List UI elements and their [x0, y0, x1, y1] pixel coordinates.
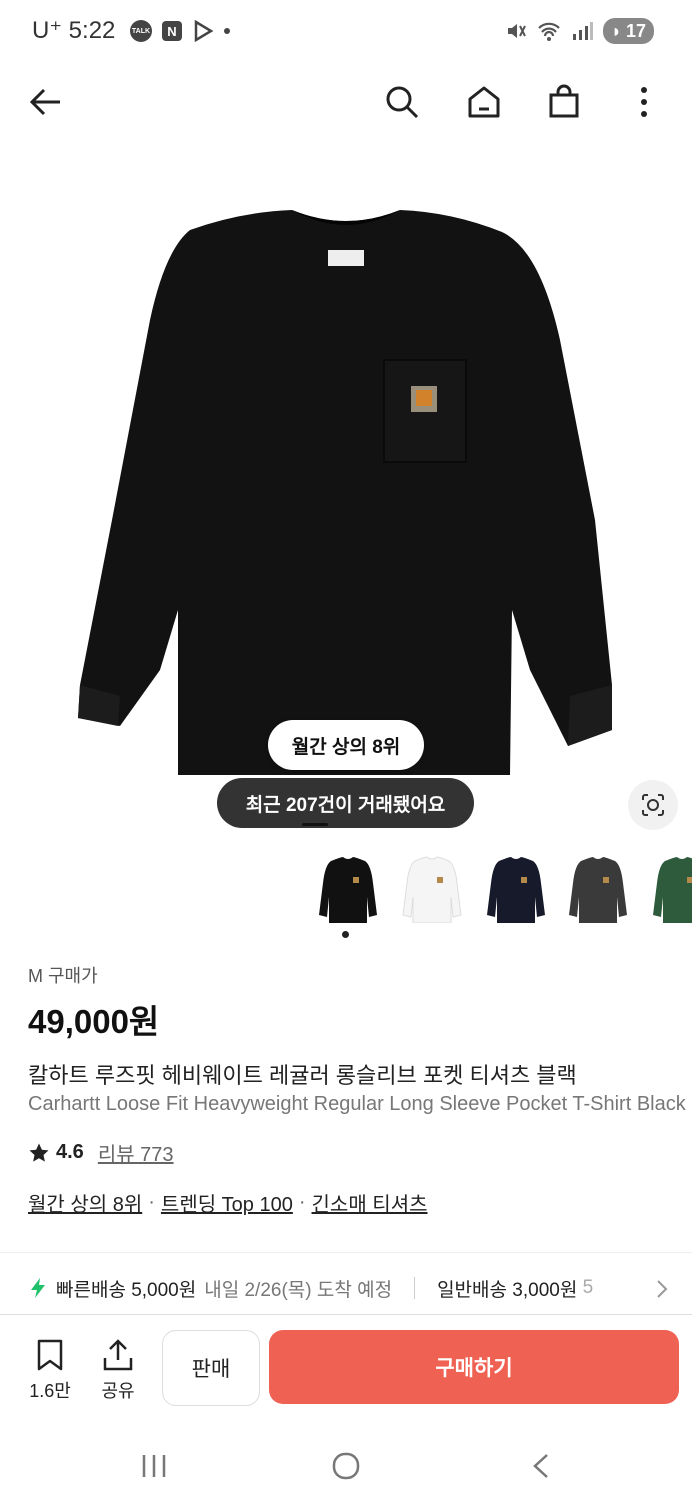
home-icon [468, 86, 500, 118]
more-button[interactable] [620, 78, 668, 126]
tshirt-thumb-icon [319, 857, 377, 923]
normal-shipping-tail: 5 [582, 1277, 594, 1298]
rating-score: 4.6 [56, 1141, 84, 1163]
back-chevron-icon [533, 1454, 548, 1478]
lens-icon [642, 794, 664, 816]
recent-apps-icon [142, 1455, 166, 1477]
recent-apps-button[interactable] [134, 1446, 174, 1486]
home-nav-button[interactable] [326, 1446, 366, 1486]
color-thumbnails [308, 848, 692, 928]
fast-shipping-eta: 내일 2/26(목) 도착 예정 [204, 1279, 393, 1301]
tshirt-thumb-icon [487, 857, 545, 923]
lightning-icon [31, 1278, 45, 1298]
star-icon [29, 1143, 49, 1162]
shipping-separator [414, 1277, 416, 1299]
color-thumbnail-black[interactable] [308, 848, 388, 928]
arrow-left-icon [29, 88, 60, 116]
play-store-icon [194, 20, 214, 42]
system-icons: ◗ 17 [505, 18, 654, 44]
naver-icon: N [162, 21, 182, 41]
action-bar: 1.6만 공유 판매 구매하기 [0, 1318, 692, 1418]
back-button[interactable] [22, 78, 70, 126]
status-time: U⁺ 5:22 [32, 17, 116, 44]
kakaotalk-icon: TALK [130, 20, 152, 42]
review-link[interactable]: 리뷰 773 [98, 1138, 174, 1167]
more-notifications-dot [224, 28, 230, 34]
status-bar: U⁺ 5:22 TALK N ◗ 17 [0, 0, 692, 64]
back-nav-button[interactable] [522, 1446, 562, 1486]
tshirt-thumb-icon [569, 857, 627, 923]
color-thumbnail-charcoal[interactable] [558, 848, 638, 928]
tag-row: 월간 상의 8위 · 트렌딩 Top 100 · 긴소매 티셔츠 [28, 1188, 428, 1217]
cart-button[interactable] [540, 78, 588, 126]
buy-button[interactable]: 구매하기 [269, 1330, 679, 1404]
thumbnail-selected-dot [342, 931, 349, 938]
product-name-en: Carhartt Loose Fit Heavyweight Regular L… [28, 1093, 686, 1115]
signal-icon [573, 22, 594, 40]
search-icon [386, 86, 419, 119]
tag-separator: · [148, 1191, 155, 1213]
tag-trending[interactable]: 트렌딩 Top 100 [161, 1188, 293, 1217]
chevron-right-icon[interactable] [650, 1278, 674, 1300]
bookmark-icon [37, 1339, 63, 1371]
wifi-icon [538, 22, 560, 41]
shipping-options[interactable]: 빠른배송 5,000원 내일 2/26(목) 도착 예정 일반배송 3,000원… [0, 1262, 692, 1315]
bookmark-button[interactable]: 1.6만 [24, 1338, 76, 1403]
shopping-bag-icon [549, 84, 579, 118]
battery-charging-icon: ◗ [611, 21, 622, 41]
share-button[interactable]: 공유 [92, 1338, 144, 1403]
sell-button[interactable]: 판매 [162, 1330, 260, 1406]
mute-icon [508, 24, 526, 38]
color-thumbnail-white[interactable] [392, 848, 472, 928]
trade-count-badge: 최근 207건이 거래됐어요 [217, 778, 474, 828]
more-vertical-icon [641, 87, 647, 117]
fast-shipping-label: 빠른배송 5,000원 [56, 1279, 197, 1301]
search-button[interactable] [378, 78, 426, 126]
share-icon [103, 1339, 133, 1371]
divider [0, 1252, 692, 1253]
tag-category[interactable]: 긴소매 티셔츠 [312, 1188, 428, 1217]
top-bar [0, 66, 692, 140]
image-page-indicator [302, 823, 328, 826]
tshirt-thumb-icon [402, 856, 462, 923]
battery-indicator: ◗ 17 [603, 18, 654, 44]
bookmark-count: 1.6만 [29, 1381, 71, 1401]
price: 49,000원 [28, 1003, 160, 1040]
color-thumbnail-navy[interactable] [476, 848, 556, 928]
notification-icons: TALK N [130, 20, 230, 42]
home-button[interactable] [460, 78, 508, 126]
share-label: 공유 [101, 1381, 135, 1401]
tag-monthly-rank[interactable]: 월간 상의 8위 [28, 1188, 142, 1217]
home-circle-icon [332, 1452, 360, 1480]
normal-shipping-label: 일반배송 3,000원 [437, 1279, 578, 1301]
tshirt-thumb-icon [653, 857, 692, 923]
price-label: M 구매가 [28, 966, 98, 986]
color-thumbnail-green[interactable] [642, 848, 692, 928]
product-name-ko: 칼하트 루즈핏 헤비웨이트 레귤러 롱슬리브 포켓 티셔츠 블랙 [28, 1063, 577, 1088]
tag-separator: · [298, 1191, 306, 1213]
image-search-button[interactable] [628, 780, 678, 830]
rank-badge: 월간 상의 8위 [268, 720, 424, 770]
rating-row: 4.6 리뷰 773 [28, 1138, 174, 1167]
system-nav-bar [0, 1430, 692, 1500]
